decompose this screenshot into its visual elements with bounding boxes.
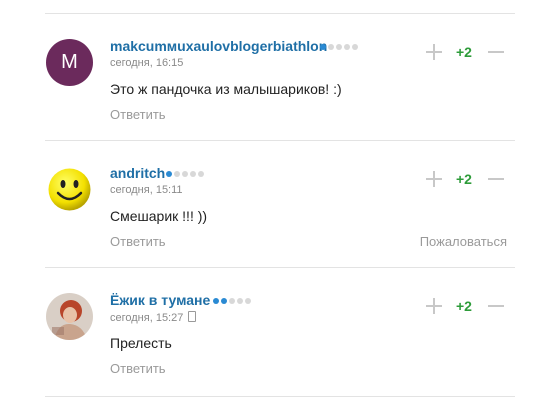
rank-dot: [352, 44, 358, 50]
comment-item: M makcumмuxaulovblogerbiathlon сегодня, …: [0, 14, 540, 140]
reply-link[interactable]: Ответить: [110, 234, 166, 249]
avatar[interactable]: [46, 293, 93, 340]
rank-dot: [166, 171, 172, 177]
comment-text: Это ж пандочка из малышариков! :): [110, 81, 342, 97]
rank-dot: [245, 298, 251, 304]
plus-icon[interactable]: [426, 171, 442, 187]
minus-icon[interactable]: [488, 305, 504, 307]
comment-score: +2: [456, 298, 472, 314]
comment-text: Смешарик !!! )): [110, 208, 208, 224]
user-rank-dots: [213, 298, 251, 304]
rank-dot: [336, 44, 342, 50]
rank-dot: [174, 171, 180, 177]
reply-link[interactable]: Ответить: [110, 361, 166, 376]
rank-dot: [198, 171, 204, 177]
rank-dot: [237, 298, 243, 304]
comment-item: andritch сегодня, 15:11 Смешарик !!! )) …: [0, 141, 540, 267]
comment-time: сегодня, 15:27: [110, 311, 197, 324]
report-link[interactable]: Пожаловаться: [420, 234, 507, 249]
comment-time-text: сегодня, 15:27: [110, 312, 184, 324]
comment-score: +2: [456, 44, 472, 60]
username[interactable]: Ёжик в тумане: [110, 292, 210, 308]
rank-dot: [328, 44, 334, 50]
reply-link[interactable]: Ответить: [110, 107, 166, 122]
user-rank-dots: [166, 171, 204, 177]
rank-dot: [221, 298, 227, 304]
comment-score: +2: [456, 171, 472, 187]
photo-avatar: [46, 293, 93, 340]
comment-time: сегодня, 16:15: [110, 57, 184, 69]
rank-dot: [190, 171, 196, 177]
avatar[interactable]: M: [46, 39, 93, 86]
smiley-face-icon: [48, 168, 91, 211]
minus-icon[interactable]: [488, 51, 504, 53]
rank-dot: [182, 171, 188, 177]
rank-dot: [344, 44, 350, 50]
mobile-phone-icon: [188, 311, 197, 322]
minus-icon[interactable]: [488, 178, 504, 180]
rank-dot: [213, 298, 219, 304]
username[interactable]: andritch: [110, 165, 165, 181]
comment-text: Прелесть: [110, 335, 172, 351]
plus-icon[interactable]: [426, 44, 442, 60]
rank-dot: [320, 44, 326, 50]
rank-dot: [229, 298, 235, 304]
user-rank-dots: [320, 44, 358, 50]
avatar[interactable]: [46, 166, 93, 213]
comment-item: Ёжик в тумане сегодня, 15:27 Прелесть От…: [0, 268, 540, 394]
plus-icon[interactable]: [426, 298, 442, 314]
comment-time: сегодня, 15:11: [110, 184, 183, 196]
username[interactable]: makcumмuxaulovblogerbiathlon: [110, 38, 327, 54]
separator: [45, 396, 515, 397]
